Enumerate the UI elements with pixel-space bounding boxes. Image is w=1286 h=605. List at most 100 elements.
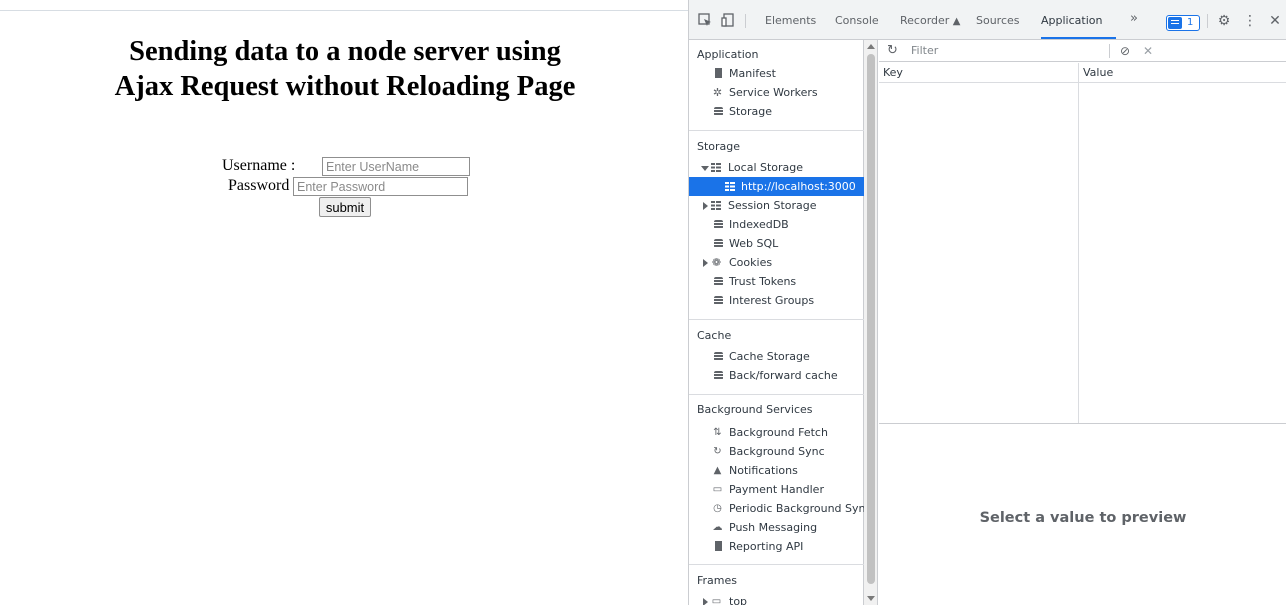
database-icon <box>713 370 724 381</box>
scroll-up-arrow-icon[interactable] <box>867 44 875 49</box>
sidebar-item-label: Local Storage <box>728 161 804 174</box>
sidebar-item-label: Session Storage <box>728 199 817 212</box>
frame-icon: ▭ <box>711 596 722 605</box>
toolbar-separator <box>745 14 746 28</box>
sidebar-item-web-sql[interactable]: Web SQL <box>689 234 864 253</box>
sidebar-item-label: Background Sync <box>729 445 825 458</box>
devtools-toolbar: Elements Console Recorder ▲ Sources Appl… <box>689 0 1286 40</box>
sidebar-scrollbar[interactable] <box>864 40 878 605</box>
device-toolbar-icon[interactable] <box>720 13 736 29</box>
database-icon <box>713 238 724 249</box>
sidebar-item-cache-storage[interactable]: Cache Storage <box>689 347 864 366</box>
sidebar-item-notifications[interactable]: ▲ Notifications <box>689 461 864 480</box>
sidebar-item-cookies[interactable]: ❁ Cookies <box>689 253 864 272</box>
tab-console[interactable]: Console <box>835 13 879 29</box>
sidebar-item-label: Background Fetch <box>729 426 828 439</box>
sidebar-item-periodic-background-sync[interactable]: ◷ Periodic Background Sync <box>689 499 871 518</box>
more-options-icon[interactable]: ⋮ <box>1242 13 1258 29</box>
gear-icon: ✲ <box>712 86 723 99</box>
password-input[interactable] <box>293 177 468 196</box>
sidebar-item-label: Interest Groups <box>729 294 815 307</box>
section-title-frames: Frames <box>697 574 738 587</box>
expand-arrow-icon[interactable] <box>703 259 708 267</box>
database-icon <box>713 276 724 287</box>
scroll-down-arrow-icon[interactable] <box>867 596 875 601</box>
refresh-icon[interactable]: ↻ <box>887 43 898 59</box>
sidebar-item-label: IndexedDB <box>729 218 789 231</box>
sidebar-item-label: Back/forward cache <box>729 369 838 382</box>
cloud-icon: ☁ <box>712 522 723 533</box>
section-divider <box>689 130 864 131</box>
column-divider[interactable] <box>1078 63 1079 423</box>
sidebar-item-background-fetch[interactable]: ⇅ Background Fetch <box>689 423 864 442</box>
flask-icon: ▲ <box>952 16 961 27</box>
sync-icon: ↻ <box>713 446 722 457</box>
issues-count: 1 <box>1187 17 1194 28</box>
section-title-background-services: Background Services <box>697 403 813 416</box>
inspect-element-icon[interactable] <box>697 13 713 29</box>
devtools-panel: Elements Console Recorder ▲ Sources Appl… <box>688 0 1286 605</box>
section-divider <box>689 564 864 565</box>
section-title-cache: Cache <box>697 329 732 342</box>
sidebar-item-label: http://localhost:3000 <box>741 180 856 193</box>
clock-icon: ◷ <box>713 503 722 514</box>
sidebar-item-background-sync[interactable]: ↻ Background Sync <box>689 442 864 461</box>
expand-arrow-icon[interactable] <box>703 598 708 605</box>
column-header-value[interactable]: Value <box>1083 63 1113 82</box>
column-header-key[interactable]: Key <box>883 63 903 82</box>
filter-toolbar: ↻ ⊘ ✕ <box>879 40 1286 62</box>
issues-button[interactable]: 1 <box>1166 15 1200 31</box>
tab-recorder[interactable]: Recorder ▲ <box>900 13 961 30</box>
expand-arrow-icon[interactable] <box>703 202 708 210</box>
tab-elements[interactable]: Elements <box>765 13 816 29</box>
username-label: Username : <box>222 157 296 174</box>
page-heading: Sending data to a node server using Ajax… <box>114 36 576 102</box>
username-row: Username : <box>222 157 470 176</box>
sidebar-item-frame-top[interactable]: ▭ top <box>689 592 864 605</box>
grid-icon <box>711 162 722 173</box>
sidebar-item-service-workers[interactable]: ✲ Service Workers <box>689 83 864 102</box>
delete-selected-icon[interactable]: ✕ <box>1143 43 1153 59</box>
sidebar-item-label: Cookies <box>729 256 773 269</box>
password-row: Password : <box>228 177 468 196</box>
close-icon[interactable]: ✕ <box>1267 13 1283 29</box>
sidebar-item-label: Trust Tokens <box>729 275 797 288</box>
sidebar-item-local-storage[interactable]: Local Storage <box>689 158 864 177</box>
section-title-application: Application <box>697 48 759 61</box>
more-tabs-icon[interactable]: » <box>1130 11 1138 27</box>
section-divider <box>689 319 864 320</box>
sidebar-item-label: top <box>729 595 748 605</box>
tab-recorder-label: Recorder <box>900 14 950 27</box>
tab-application[interactable]: Application <box>1041 13 1102 29</box>
sidebar-item-push-messaging[interactable]: ☁ Push Messaging <box>689 518 864 537</box>
message-icon <box>1168 17 1182 29</box>
page-top-border <box>0 10 688 11</box>
sidebar-item-localhost-3000[interactable]: http://localhost:3000 <box>689 177 864 196</box>
toolbar-separator <box>1207 14 1208 28</box>
sidebar-item-payment-handler[interactable]: ▭ Payment Handler <box>689 480 864 499</box>
sidebar-item-back-forward-cache[interactable]: Back/forward cache <box>689 366 864 385</box>
clear-all-icon[interactable]: ⊘ <box>1120 43 1130 59</box>
sidebar-item-label: Periodic Background Sync <box>729 502 872 515</box>
sidebar-item-reporting-api[interactable]: Reporting API <box>689 537 864 556</box>
sidebar-item-indexeddb[interactable]: IndexedDB <box>689 215 864 234</box>
settings-gear-icon[interactable]: ⚙ <box>1216 13 1232 29</box>
scrollbar-thumb[interactable] <box>867 54 875 584</box>
bell-icon: ▲ <box>713 465 722 476</box>
grid-icon <box>711 200 722 211</box>
database-icon <box>713 219 724 230</box>
document-icon <box>713 541 724 552</box>
sidebar-item-manifest[interactable]: Manifest <box>689 64 864 83</box>
submit-button[interactable]: submit <box>319 197 371 217</box>
filter-input[interactable] <box>905 42 1105 59</box>
sidebar-item-session-storage[interactable]: Session Storage <box>689 196 864 215</box>
cookie-icon: ❁ <box>711 256 722 269</box>
sidebar-item-label: Storage <box>729 105 773 118</box>
tab-sources[interactable]: Sources <box>976 13 1020 29</box>
database-icon <box>713 351 724 362</box>
expand-arrow-icon[interactable] <box>701 166 709 171</box>
username-input[interactable] <box>322 157 470 176</box>
sidebar-item-trust-tokens[interactable]: Trust Tokens <box>689 272 864 291</box>
sidebar-item-interest-groups[interactable]: Interest Groups <box>689 291 864 310</box>
sidebar-item-storage[interactable]: Storage <box>689 102 864 121</box>
